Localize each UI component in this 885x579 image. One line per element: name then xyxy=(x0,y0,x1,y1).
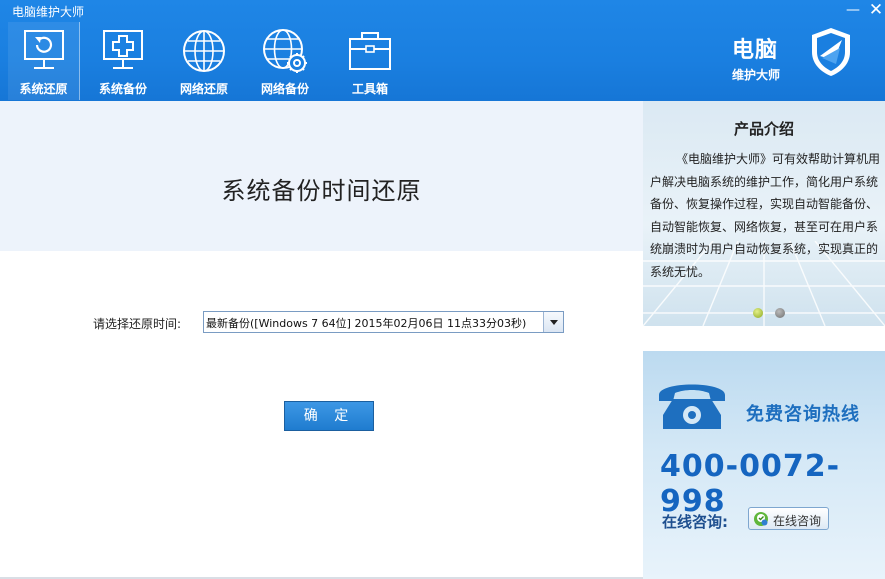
hero-banner: 系统备份时间还原 xyxy=(0,101,643,251)
restore-time-label: 请选择还原时间: xyxy=(93,317,182,331)
chat-icon xyxy=(754,512,768,526)
window-title: 电脑维护大师 xyxy=(12,5,85,19)
tab-system-restore[interactable]: 系统还原 xyxy=(8,22,80,100)
brand-logo-text: 电脑 维护大师 xyxy=(732,32,780,83)
tab-label: 系统备份 xyxy=(98,82,147,96)
tab-label: 系统还原 xyxy=(19,82,68,96)
online-consult-label: 在线咨询: xyxy=(662,513,728,531)
product-intro-panel: 产品介绍 《电脑维护大师》可有效帮助计算机用户解决电脑系统的维护工作，简化用户系… xyxy=(643,101,885,326)
tab-label: 网络备份 xyxy=(260,82,309,96)
app-window: 电脑维护大师 — ✕ 系统还原 系统备份 网络还原 网络备份 工具箱 电脑 维护… xyxy=(0,0,885,579)
hotline-title: 免费咨询热线 xyxy=(746,404,860,425)
toolbox-icon xyxy=(349,32,391,70)
panel-gap xyxy=(643,326,885,351)
online-consult-button-label: 在线咨询 xyxy=(773,514,822,528)
globe-icon xyxy=(183,30,225,72)
chevron-down-icon[interactable] xyxy=(543,312,563,332)
globe-gear-icon xyxy=(263,29,307,73)
page-title: 系统备份时间还原 xyxy=(221,177,422,205)
tab-network-restore[interactable]: 网络还原 xyxy=(168,22,240,100)
shield-icon xyxy=(812,28,850,76)
monitor-plus-icon xyxy=(103,30,143,69)
phone-icon xyxy=(659,384,725,429)
hotline-panel: 免费咨询热线 400-0072-998 在线咨询: 在线咨询 xyxy=(643,351,885,579)
monitor-restore-icon xyxy=(23,30,64,69)
brand-line-2: 维护大师 xyxy=(732,68,781,82)
tab-label: 工具箱 xyxy=(351,82,388,96)
restore-time-value: 最新备份([Windows 7 64位] 2015年02月06日 11点33分0… xyxy=(206,317,527,330)
brand-line-1: 电脑 xyxy=(732,38,779,63)
top-toolbar: 电脑维护大师 — ✕ 系统还原 系统备份 网络还原 网络备份 工具箱 电脑 维护… xyxy=(0,0,885,101)
close-button[interactable]: ✕ xyxy=(868,0,884,20)
minimize-button[interactable]: — xyxy=(846,2,860,18)
tab-toolbox[interactable]: 工具箱 xyxy=(334,22,406,100)
online-consult-button[interactable]: 在线咨询 xyxy=(748,507,829,530)
intro-text: 《电脑维护大师》可有效帮助计算机用户解决电脑系统的维护工作，简化用户系统备份、恢… xyxy=(650,152,881,279)
carousel-dot-active[interactable] xyxy=(753,308,763,318)
tab-network-backup[interactable]: 网络备份 xyxy=(249,22,321,100)
intro-title: 产品介绍 xyxy=(733,120,794,138)
tab-label: 网络还原 xyxy=(179,82,228,96)
restore-time-select[interactable]: 最新备份([Windows 7 64位] 2015年02月06日 11点33分0… xyxy=(203,311,564,333)
carousel-dot[interactable] xyxy=(775,308,785,318)
tab-system-backup[interactable]: 系统备份 xyxy=(87,22,159,100)
confirm-button[interactable]: 确 定 xyxy=(284,401,374,431)
